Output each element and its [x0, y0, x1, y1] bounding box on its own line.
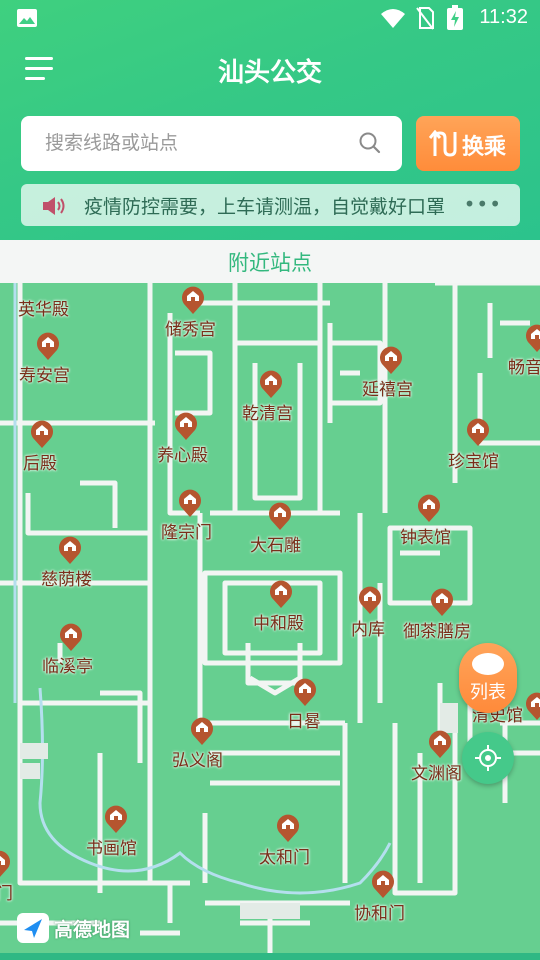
poi-pin-icon — [380, 346, 402, 374]
poi-pin-icon — [431, 588, 453, 616]
locate-icon — [475, 745, 501, 771]
bottom-strip — [0, 953, 540, 960]
battery-charging-icon — [447, 5, 463, 30]
poi-label: 中和殿 — [253, 614, 304, 634]
poi-pin-icon — [31, 420, 53, 448]
poi-pin-icon — [182, 286, 204, 314]
search-input[interactable] — [45, 128, 345, 158]
poi-label: 太和门 — [259, 848, 310, 868]
notice-text: 疫情防控需要，上车请测温，自觉戴好口罩 — [84, 196, 446, 218]
poi-label: 延禧宫 — [362, 380, 413, 400]
poi-pin-icon — [179, 489, 201, 517]
poi-pin-icon — [418, 494, 440, 522]
amap-logo-text: 高德地图 — [54, 919, 131, 941]
poi-label: 门 — [0, 884, 13, 904]
poi-pin-icon — [0, 850, 10, 877]
notice-bar[interactable]: 疫情防控需要，上车请测温，自觉戴好口罩 ••• — [21, 184, 520, 226]
poi-label: 寿安宫 — [19, 366, 70, 386]
status-bar: 11:32 — [0, 0, 540, 38]
poi-pin-icon — [269, 502, 291, 530]
poi-pin-icon — [191, 717, 213, 745]
list-label: 列表 — [470, 682, 506, 703]
poi-pin-icon — [175, 412, 197, 440]
map-view[interactable]: 英华殿 储秀宫 寿安宫 乾清宫 延禧宫 畅音 后殿 养心殿 珍宝馆 隆宗门 大石… — [0, 283, 540, 960]
amap-logo: 高德地图 — [16, 910, 146, 946]
transfer-arrows-icon — [429, 130, 457, 157]
transfer-label: 换乘 — [462, 135, 507, 160]
poi-label: 养心殿 — [157, 446, 208, 466]
no-sim-icon — [416, 7, 434, 30]
more-icon[interactable]: ••• — [464, 192, 502, 216]
poi-label: 协和门 — [354, 904, 405, 924]
poi-label: 隆宗门 — [161, 523, 212, 543]
locate-button[interactable] — [462, 732, 514, 784]
wifi-icon — [381, 9, 405, 28]
poi-label: 慈荫楼 — [41, 570, 92, 590]
header: 11:32 汕头公交 换乘 疫情防控需要，上车请测温，自觉戴好口罩 ••• — [0, 0, 540, 240]
poi-pin-icon — [526, 692, 540, 720]
poi-label: 弘义阁 — [172, 751, 223, 771]
poi-pin-icon — [59, 536, 81, 564]
nearby-stations-bar[interactable]: 附近站点 — [0, 240, 540, 283]
poi-pin-icon — [467, 418, 489, 446]
poi-label: 御茶膳房 — [403, 622, 471, 642]
search-box[interactable] — [21, 116, 402, 171]
poi-label: 临溪亭 — [42, 657, 93, 677]
nearby-stations-title: 附近站点 — [228, 251, 312, 275]
poi-pin-icon — [526, 324, 540, 352]
poi-label: 日晷 — [287, 712, 321, 732]
poi-pin-icon — [260, 370, 282, 398]
app-title: 汕头公交 — [217, 58, 322, 88]
poi-label: 文渊阁 — [411, 764, 462, 784]
status-time: 11:32 — [479, 6, 528, 28]
poi-pin-icon — [429, 730, 451, 758]
poi-pin-icon — [60, 623, 82, 651]
poi-pin-icon — [277, 814, 299, 842]
speaker-icon — [43, 197, 65, 215]
poi-label: 珍宝馆 — [448, 452, 499, 472]
search-icon[interactable] — [358, 131, 382, 155]
transfer-button[interactable]: 换乘 — [416, 116, 520, 171]
amap-logo-icon — [17, 913, 49, 943]
poi-label: 畅音 — [508, 358, 540, 378]
poi-label: 大石雕 — [250, 536, 301, 556]
list-icon — [472, 653, 504, 675]
poi-pin-icon — [105, 805, 127, 833]
poi-label: 钟表馆 — [400, 528, 451, 548]
poi-label: 乾清宫 — [242, 404, 293, 424]
poi-pin-icon — [294, 678, 316, 706]
poi-label: 后殿 — [23, 454, 57, 474]
poi-label: 书画馆 — [86, 839, 137, 859]
poi-pin-icon — [37, 332, 59, 360]
poi-label: 英华殿 — [18, 300, 69, 320]
poi-pin-icon — [359, 586, 381, 614]
poi-pin-icon — [372, 870, 394, 898]
image-notification-icon — [17, 9, 37, 27]
list-button[interactable]: 列表 — [459, 643, 517, 713]
poi-label: 内库 — [351, 620, 385, 640]
poi-pin-icon — [270, 580, 292, 608]
poi-label: 储秀宫 — [165, 320, 216, 340]
